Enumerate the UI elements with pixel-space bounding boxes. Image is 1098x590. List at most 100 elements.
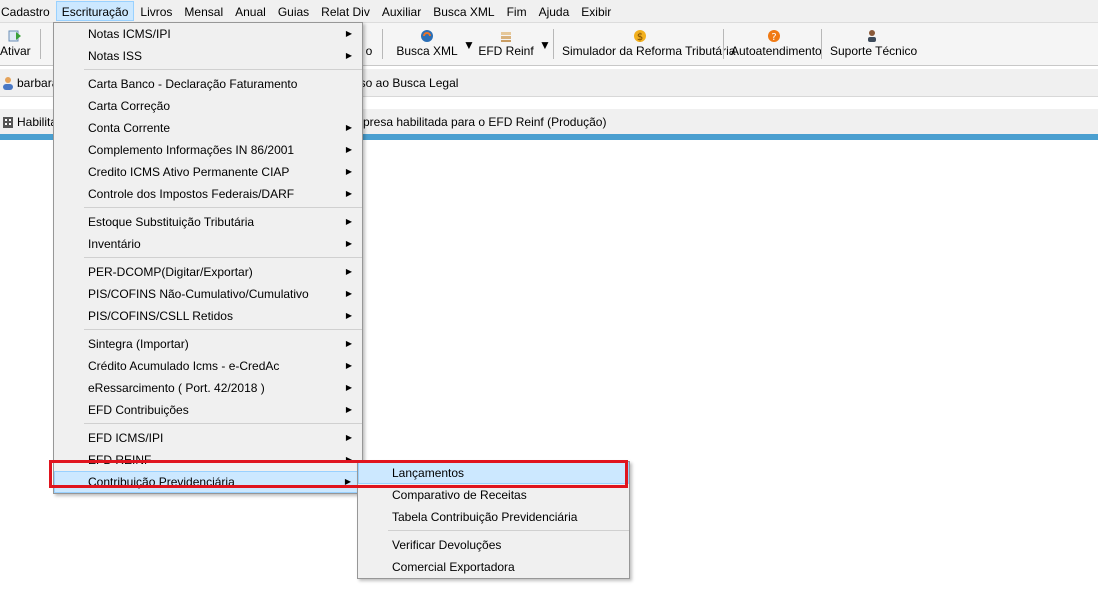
toolbar-separator <box>40 29 41 59</box>
menu-item-credito-acumulado[interactable]: Crédito Acumulado Icms - e-CredAc ▶ <box>54 355 362 377</box>
building-icon <box>3 116 13 128</box>
menu-item-complemento-informacoes[interactable]: Complemento Informações IN 86/2001 ▶ <box>54 139 362 161</box>
menu-busca-xml[interactable]: Busca XML <box>427 1 500 21</box>
menu-mensal[interactable]: Mensal <box>178 1 229 21</box>
menu-item-eressarcimento[interactable]: eRessarcimento ( Port. 42/2018 ) ▶ <box>54 377 362 399</box>
help-orange-icon: ? <box>767 30 780 43</box>
menu-item-label: Crédito Acumulado Icms - e-CredAc <box>88 359 280 373</box>
escrituracao-menu: Notas ICMS/IPI ▶ Notas ISS ▶ Carta Banco -… <box>53 22 363 494</box>
suporte-tecnico-label: Suporte Técnico <box>830 44 918 58</box>
efd-reinf-dropdown-icon[interactable]: ▼ <box>539 38 551 52</box>
submenu-arrow-icon: ▶ <box>345 217 352 226</box>
menu-item-label: Verificar Devoluções <box>392 538 502 552</box>
menu-item-label: PER-DCOMP(Digitar/Exportar) <box>88 265 253 279</box>
menu-item-label: Comercial Exportadora <box>392 560 515 574</box>
menu-item-notas-iss[interactable]: Notas ISS ▶ <box>54 45 362 67</box>
menu-bar: Cadastro Escrituração Livros Mensal Anua… <box>0 0 1098 22</box>
efd-reinf-label: EFD Reinf <box>478 44 534 58</box>
menu-relat-div[interactable]: Relat Div <box>315 1 376 21</box>
simulador-label: Simulador da Reforma Tributária <box>562 44 736 58</box>
menu-item-pis-cofins-nao-cumulativo[interactable]: PIS/COFINS Não-Cumulativo/Cumulativo ▶ <box>54 283 362 305</box>
menu-escrituracao[interactable]: Escrituração <box>55 1 135 21</box>
menu-item-label: PIS/COFINS/CSLL Retidos <box>88 309 233 323</box>
busca-xml-button[interactable]: Busca XML <box>396 25 458 65</box>
submenu-arrow-icon: ▶ <box>345 29 352 38</box>
menu-item-conta-corrente[interactable]: Conta Corrente ▶ <box>54 117 362 139</box>
menu-item-per-dcomp[interactable]: PER-DCOMP(Digitar/Exportar) ▶ <box>54 261 362 283</box>
menu-item-label: eRessarcimento ( Port. 42/2018 ) <box>88 381 265 395</box>
submenu-arrow-icon: ▶ <box>345 189 352 198</box>
ativar-label: Ativar <box>0 44 31 58</box>
submenu-arrow-icon: ▶ <box>345 405 352 414</box>
menu-item-pis-cofins-csll-retidos[interactable]: PIS/COFINS/CSLL Retidos ▶ <box>54 305 362 327</box>
highlight-annotation-box <box>49 460 628 488</box>
toolbar-separator <box>553 29 554 59</box>
menu-item-label: Controle dos Impostos Federais/DARF <box>88 187 295 201</box>
submenu-arrow-icon: ▶ <box>345 383 352 392</box>
menu-item-efd-icms-ipi[interactable]: EFD ICMS/IPI ▶ <box>54 427 362 449</box>
autoatendimento-button[interactable]: ? Autoatendimento <box>731 25 822 65</box>
svg-text:?: ? <box>771 32 776 43</box>
menu-auxiliar[interactable]: Auxiliar <box>376 1 427 21</box>
busca-xml-label: Busca XML <box>396 44 458 58</box>
menu-item-efd-contribuicoes[interactable]: EFD Contribuições ▶ <box>54 399 362 421</box>
simulador-button[interactable]: $ Simulador da Reforma Tributária <box>562 25 736 65</box>
menu-item-carta-correcao[interactable]: Carta Correção <box>54 95 362 117</box>
toolbar-separator <box>821 29 822 59</box>
menu-item-label: Inventário <box>88 237 141 251</box>
efd-reinf-button[interactable]: EFD Reinf <box>478 25 534 65</box>
hidden-toolbar-button[interactable]: o <box>363 25 375 65</box>
menu-item-credito-icms-ciap[interactable]: Credito ICMS Ativo Permanente CIAP ▶ <box>54 161 362 183</box>
habilita-label: Habilita <box>17 114 58 129</box>
menu-item-controle-impostos-darf[interactable]: Controle dos Impostos Federais/DARF ▶ <box>54 183 362 205</box>
menu-item-label: Sintegra (Importar) <box>88 337 189 351</box>
menu-item-label: Estoque Substituição Tributária <box>88 215 255 229</box>
toolbar-separator <box>382 29 383 59</box>
menu-item-label: Notas ICMS/IPI <box>88 27 171 41</box>
busca-xml-dropdown-icon[interactable]: ▼ <box>463 38 475 52</box>
submenu-item-comercial-exportadora[interactable]: Comercial Exportadora <box>358 556 629 578</box>
menu-guias[interactable]: Guias <box>272 1 315 21</box>
menu-exibir[interactable]: Exibir <box>575 1 617 21</box>
autoatendimento-label: Autoatendimento <box>731 44 822 58</box>
menu-livros[interactable]: Livros <box>134 1 178 21</box>
habilita-message: presa habilitada para o EFD Reinf (Produ… <box>363 114 607 129</box>
menu-item-label: Carta Banco - Declaração Faturamento <box>88 77 298 91</box>
submenu-arrow-icon: ▶ <box>345 289 352 298</box>
submenu-arrow-icon: ▶ <box>345 339 352 348</box>
submenu-arrow-icon: ▶ <box>345 167 352 176</box>
hidden-button-label: o <box>365 44 373 58</box>
submenu-item-tabela-contribuicao[interactable]: Tabela Contribuição Previdenciária <box>358 506 629 528</box>
suporte-tecnico-button[interactable]: Suporte Técnico <box>830 25 918 65</box>
menu-item-label: Credito ICMS Ativo Permanente CIAP <box>88 165 290 179</box>
submenu-arrow-icon: ▶ <box>345 145 352 154</box>
menu-item-inventario[interactable]: Inventário ▶ <box>54 233 362 255</box>
busca-xml-icon <box>421 30 433 42</box>
toolbar-separator <box>723 29 724 59</box>
menu-item-label: PIS/COFINS Não-Cumulativo/Cumulativo <box>88 287 309 301</box>
submenu-arrow-icon: ▶ <box>345 51 352 60</box>
menu-item-estoque-st[interactable]: Estoque Substituição Tributária ▶ <box>54 211 362 233</box>
submenu-item-verificar-devolucoes[interactable]: Verificar Devoluções <box>358 534 629 556</box>
user-message: esso ao Busca Legal <box>347 75 459 90</box>
menu-item-label: Tabela Contribuição Previdenciária <box>392 510 578 524</box>
submenu-arrow-icon: ▶ <box>345 311 352 320</box>
menu-item-carta-banco[interactable]: Carta Banco - Declaração Faturamento <box>54 73 362 95</box>
menu-anual[interactable]: Anual <box>229 1 272 21</box>
submenu-arrow-icon: ▶ <box>345 433 352 442</box>
stack-icon <box>501 32 511 42</box>
menu-cadastro[interactable]: Cadastro <box>0 1 56 21</box>
menu-fim[interactable]: Fim <box>501 1 533 21</box>
dollar-coin-icon: $ <box>633 30 646 43</box>
menu-item-label: EFD ICMS/IPI <box>88 431 164 445</box>
ativar-button[interactable]: Ativar <box>0 25 31 65</box>
support-person-icon <box>868 30 876 42</box>
menu-item-label: Complemento Informações IN 86/2001 <box>88 143 295 157</box>
submenu-arrow-icon: ▶ <box>345 361 352 370</box>
menu-item-notas-icms-ipi[interactable]: Notas ICMS/IPI ▶ <box>54 23 362 45</box>
submenu-arrow-icon: ▶ <box>345 267 352 276</box>
menu-item-label: Carta Correção <box>88 99 171 113</box>
menu-ajuda[interactable]: Ajuda <box>533 1 576 21</box>
menu-item-sintegra[interactable]: Sintegra (Importar) ▶ <box>54 333 362 355</box>
menu-item-label: Conta Corrente <box>88 121 171 135</box>
